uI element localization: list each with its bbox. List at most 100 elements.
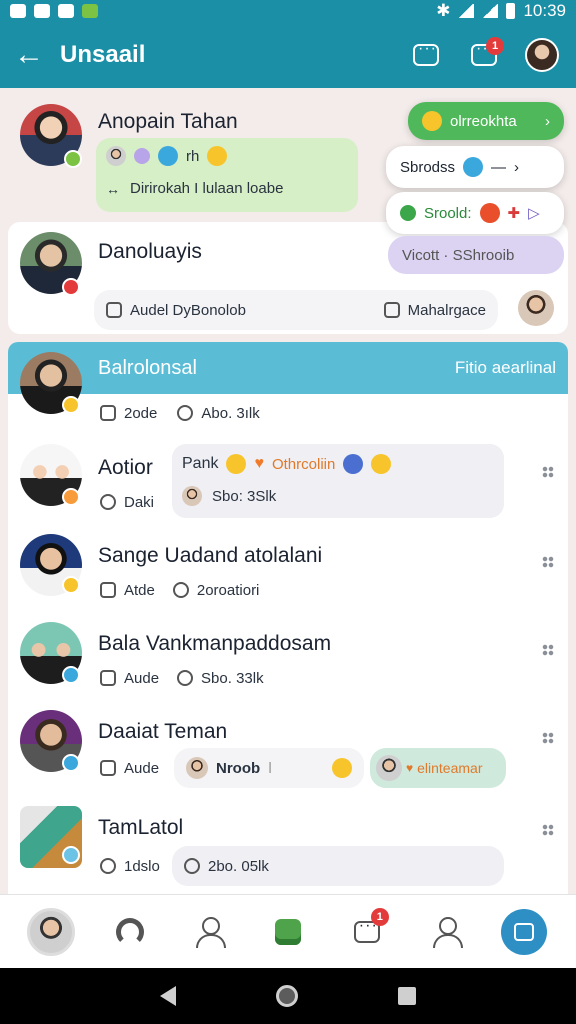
menu-label: Vicott · SShrooib [402,246,515,264]
menu-label: Sbrodss [400,158,456,176]
panel-action[interactable]: Fitio aearlinal [455,358,556,378]
emoji-label: rh [186,147,200,165]
bluetooth-icon: ✱ [436,1,451,20]
gift-icon [274,918,301,945]
reply-icon [184,858,200,874]
drag-handle-icon[interactable] [542,466,554,478]
attachment-chip[interactable]: Audel DyBonolob Mahalrgace [94,290,498,330]
bubble-text: 2bo. 05lk [208,857,269,875]
back-icon[interactable] [160,986,176,1006]
contact-name[interactable]: Aotior [98,456,153,480]
list-item-meta: Aude Sbo. 33lk [90,664,350,692]
bottom-navigation: 1 [0,894,576,968]
bubble-label: Pank [182,455,219,472]
reply-icon [177,670,194,686]
menu-item-2[interactable]: Sroold: ✚ ▷ [386,192,564,234]
smile-emoji-icon [422,111,442,131]
heart-icon: ♥ [254,455,264,472]
avatar [376,755,402,781]
forward-icon: ↔ [106,180,120,197]
message-bubble[interactable]: 2bo. 05lk [172,846,504,886]
meta-left: Daki [124,493,155,511]
message-bubble[interactable]: Pank ♥ Othrcoliin Sbo: 3Slk [172,444,504,518]
contact-name[interactable]: Anopain Tahan [98,110,238,134]
menu-item-1[interactable]: Sbrodss — › [386,146,564,188]
meta-left: Atde [124,581,155,599]
heart-icon: ♥ [406,761,414,775]
smile-emoji-icon [207,146,228,166]
emoji-status-icon [62,396,80,414]
status-bar: ✱ 10:39 [0,0,576,22]
back-arrow-icon[interactable]: ← [14,38,60,72]
menu-item-3[interactable]: Vicott · SShrooib [388,236,564,274]
nav-chats[interactable]: 1 [343,907,391,956]
compose-button[interactable] [500,908,548,956]
meta-left: Aude [124,669,160,687]
contact-name[interactable]: Danoluayis [98,240,202,264]
attachment-chip[interactable]: Nroob ǀ [174,748,364,788]
info-status-icon [62,754,80,772]
action-label: olrreokhta [450,112,517,130]
nav-account[interactable] [422,908,470,956]
emoji-status-icon [62,576,80,594]
alert-status-icon [62,278,80,296]
person-icon [432,916,463,948]
nav-profile[interactable] [27,907,76,956]
meta-left: 2ode [124,404,158,422]
smile-emoji-icon [226,454,247,474]
wink-emoji-icon [371,454,392,474]
bubble-label-right: Othrcoliin [271,455,336,473]
document-icon [383,302,400,318]
message-text: Dirirokah I lulaan loabe [130,180,284,197]
notification-badge: 1 [486,37,504,55]
home-icon[interactable] [276,985,298,1007]
tag-chip[interactable]: ♥ elinteamar [370,748,506,788]
chip-label: Nroob [216,759,261,777]
signal-icon [482,4,499,18]
battery-icon [506,3,516,19]
add-icon [343,454,364,474]
info-status-icon [62,846,80,864]
clock-icon [100,494,116,510]
info-status-icon [62,666,80,684]
mail-icon [100,582,116,598]
chat-icon [413,40,439,66]
drag-handle-icon[interactable] [542,732,554,744]
nav-contacts[interactable] [185,908,233,956]
recents-icon[interactable] [398,987,416,1005]
drag-handle-icon[interactable] [542,556,554,568]
wifi-icon [458,4,475,18]
contact-name[interactable]: TamLatol [98,816,183,840]
nav-headset[interactable] [106,908,154,956]
chevron-right-icon: › [545,112,550,130]
profile-button[interactable] [522,35,562,75]
drag-handle-icon[interactable] [542,824,554,836]
sim-icon [34,4,50,18]
image-notification-icon [58,4,74,18]
nav-gifts[interactable] [264,908,312,956]
reply-icon [172,582,189,598]
drag-handle-icon[interactable] [542,644,554,656]
bird-icon [463,157,484,177]
notifications-button[interactable]: 1 [464,35,504,75]
avatar[interactable] [518,290,554,326]
attachment-label: Audel DyBonolob [130,301,246,319]
contact-name[interactable]: Sange Uadand atolalani [98,544,322,568]
emoji-icon [158,146,178,166]
menu-label: Sroold: [424,204,472,222]
contact-name[interactable]: Daaiat Teman [98,720,227,744]
meta-right: Sbo. 33lk [201,669,264,687]
avatar [186,757,208,779]
message-bubble[interactable]: rh ↔ Dirirokah I lulaan loabe [96,138,358,212]
action-pill[interactable]: olrreokhta › [408,102,564,140]
messages-button[interactable] [406,35,446,75]
attachment-label-right: Mahalrgace [407,301,486,319]
list-item-meta: Atde 2oroatiori [90,576,350,604]
minus-icon: — [491,158,507,176]
online-status-icon [64,150,82,168]
mail-icon [106,302,122,318]
plus-icon: ✚ [507,205,521,222]
avatar [525,38,559,72]
meta-right: 2oroatiori [196,581,260,599]
contact-name[interactable]: Bala Vankmanpaddosam [98,632,331,656]
